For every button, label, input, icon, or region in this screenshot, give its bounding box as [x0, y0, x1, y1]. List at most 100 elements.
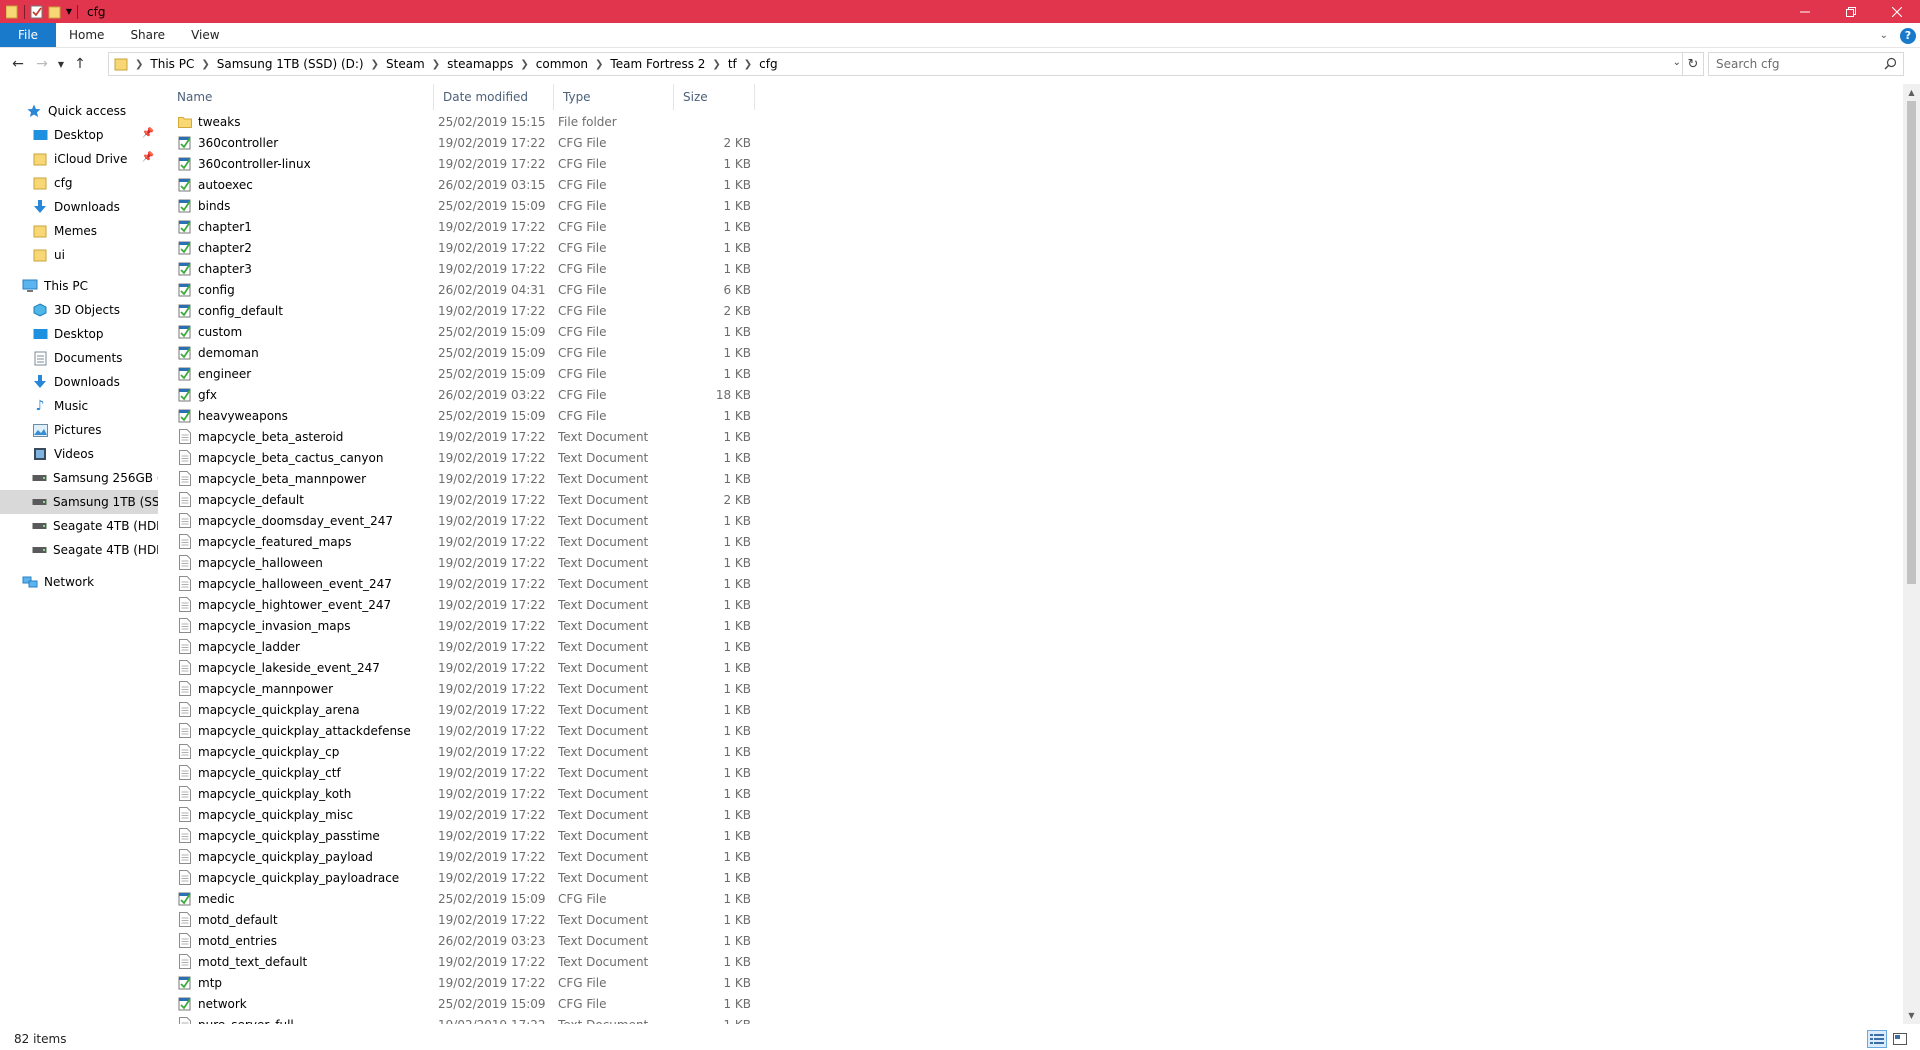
nav-item-desktop[interactable]: Desktop [32, 322, 158, 346]
table-row[interactable]: mapcycle_quickplay_payload 19/02/2019 17:… [168, 846, 1899, 867]
nav-item-memes[interactable]: Memes [32, 219, 158, 243]
table-row[interactable]: motd_text_default 19/02/2019 17:22 Text Do… [168, 951, 1899, 972]
scroll-down-arrow-icon[interactable]: ▼ [1903, 1007, 1920, 1024]
close-button[interactable] [1874, 0, 1920, 23]
breadcrumb-chevron-icon[interactable]: ❯ [595, 59, 603, 70]
table-row[interactable]: mapcycle_ladder 19/02/2019 17:22 Text Docu… [168, 636, 1899, 657]
table-row[interactable]: mapcycle_default 19/02/2019 17:22 Text Doc… [168, 489, 1899, 510]
nav-item-drive-seagate-4tb[interactable]: Seagate 4TB (HDD) [32, 514, 158, 538]
breadcrumb-cfg[interactable]: cfg [759, 57, 777, 71]
table-row[interactable]: motd_entries 26/02/2019 03:23 Text Documen… [168, 930, 1899, 951]
back-icon[interactable]: ← [6, 52, 30, 76]
table-row[interactable]: engineer 25/02/2019 15:09 CFG File 1 KB [168, 363, 1899, 384]
table-row[interactable]: demoman 25/02/2019 15:09 CFG File 1 KB [168, 342, 1899, 363]
address-history-dropdown-icon[interactable]: ⌄ [1673, 57, 1681, 68]
breadcrumb-steam[interactable]: Steam [386, 57, 425, 71]
restore-button[interactable] [1828, 0, 1874, 23]
tab-file[interactable]: File [0, 23, 56, 47]
breadcrumb-chevron-icon[interactable]: ❯ [712, 59, 720, 70]
table-row[interactable]: mapcycle_hightower_event_247 19/02/2019 1… [168, 594, 1899, 615]
search-icon[interactable] [1884, 57, 1897, 73]
table-row[interactable]: mapcycle_quickplay_payloadrace 19/02/2019… [168, 867, 1899, 888]
table-row[interactable]: mapcycle_invasion_maps 19/02/2019 17:22 Te… [168, 615, 1899, 636]
table-row[interactable]: config_default 19/02/2019 17:22 CFG File 2 … [168, 300, 1899, 321]
pin-icon[interactable]: 📌 [142, 128, 154, 139]
table-row[interactable]: mapcycle_featured_maps 19/02/2019 17:22 Te… [168, 531, 1899, 552]
scrollbar-thumb[interactable] [1907, 101, 1916, 584]
table-row[interactable]: config 26/02/2019 04:31 CFG File 6 KB [168, 279, 1899, 300]
table-row[interactable]: mapcycle_quickplay_cp 19/02/2019 17:22 Tex… [168, 741, 1899, 762]
table-row[interactable]: chapter3 19/02/2019 17:22 CFG File 1 KB [168, 258, 1899, 279]
nav-item-drive-seagate-4tb-2[interactable]: Seagate 4TB (HDD) [32, 538, 158, 562]
column-header-type[interactable]: Type [554, 84, 674, 110]
nav-item-icloud-drive[interactable]: iCloud Drive 📌 [32, 147, 158, 171]
refresh-icon[interactable]: ↻ [1682, 52, 1704, 76]
table-row[interactable]: chapter2 19/02/2019 17:22 CFG File 1 KB [168, 237, 1899, 258]
search-box[interactable] [1708, 52, 1904, 76]
table-row[interactable]: mapcycle_quickplay_koth 19/02/2019 17:22 T… [168, 783, 1899, 804]
table-row[interactable]: custom 25/02/2019 15:09 CFG File 1 KB [168, 321, 1899, 342]
table-row[interactable]: gfx 26/02/2019 03:22 CFG File 18 KB [168, 384, 1899, 405]
breadcrumb-chevron-icon[interactable]: ❯ [201, 59, 209, 70]
tab-share[interactable]: Share [117, 23, 178, 47]
nav-network[interactable]: Network [22, 570, 156, 594]
column-header-name[interactable]: Name ⌃ [168, 84, 434, 110]
new-folder-icon[interactable] [46, 0, 64, 23]
tab-home[interactable]: Home [56, 23, 117, 47]
breadcrumb-steamapps[interactable]: steamapps [447, 57, 513, 71]
nav-item-videos[interactable]: Videos [32, 442, 158, 466]
scroll-up-arrow-icon[interactable]: ▲ [1903, 84, 1920, 101]
breadcrumb-chevron-icon[interactable]: ❯ [432, 59, 440, 70]
table-row[interactable]: mapcycle_quickplay_passtime 19/02/2019 17… [168, 825, 1899, 846]
forward-icon[interactable]: → [30, 52, 54, 76]
breadcrumb-this-pc[interactable]: This PC [150, 57, 194, 71]
table-row[interactable]: mapcycle_doomsday_event_247 19/02/2019 17… [168, 510, 1899, 531]
properties-icon[interactable] [28, 0, 46, 23]
customize-qat-dropdown-icon[interactable]: ▼ [64, 0, 74, 23]
table-row[interactable]: binds 25/02/2019 15:09 CFG File 1 KB [168, 195, 1899, 216]
nav-item-3d-objects[interactable]: 3D Objects [32, 298, 158, 322]
nav-item-drive-samsung-256gb[interactable]: Samsung 256GB (M [32, 466, 158, 490]
table-row[interactable]: mapcycle_mannpower 19/02/2019 17:22 Text D… [168, 678, 1899, 699]
vertical-scrollbar[interactable]: ▲ ▼ [1903, 84, 1920, 1024]
table-row[interactable]: chapter1 19/02/2019 17:22 CFG File 1 KB [168, 216, 1899, 237]
table-row[interactable]: mapcycle_lakeside_event_247 19/02/2019 17… [168, 657, 1899, 678]
table-row[interactable]: mapcycle_beta_mannpower 19/02/2019 17:22 T… [168, 468, 1899, 489]
breadcrumb-tf[interactable]: tf [728, 57, 737, 71]
table-row[interactable]: mapcycle_quickplay_arena 19/02/2019 17:22… [168, 699, 1899, 720]
table-row[interactable]: tweaks 25/02/2019 15:15 File folder [168, 111, 1899, 132]
large-icons-view-icon[interactable] [1890, 1030, 1910, 1048]
pin-icon[interactable]: 📌 [142, 152, 154, 163]
breadcrumb-chevron-icon[interactable]: ❯ [371, 59, 379, 70]
nav-quick-access[interactable]: Quick access [26, 99, 156, 123]
expand-ribbon-icon[interactable]: ⌄ [1880, 30, 1888, 41]
breadcrumb-drive[interactable]: Samsung 1TB (SSD) (D:) [217, 57, 364, 71]
table-row[interactable]: 360controller 19/02/2019 17:22 CFG File 2 K… [168, 132, 1899, 153]
table-row[interactable]: autoexec 26/02/2019 03:15 CFG File 1 KB [168, 174, 1899, 195]
nav-item-desktop[interactable]: Desktop 📌 [32, 123, 158, 147]
table-row[interactable]: medic 25/02/2019 15:09 CFG File 1 KB [168, 888, 1899, 909]
search-input[interactable] [1716, 57, 1876, 71]
nav-item-drive-samsung-1tb[interactable]: Samsung 1TB (SSD) [0, 490, 158, 514]
nav-item-cfg[interactable]: cfg [32, 171, 158, 195]
breadcrumb-chevron-icon[interactable]: ❯ [520, 59, 528, 70]
minimize-button[interactable] [1782, 0, 1828, 23]
table-row[interactable]: pure_server_full 19/02/2019 17:22Text Doc… [168, 1014, 1899, 1024]
table-row[interactable]: mapcycle_quickplay_misc 19/02/2019 17:22 T… [168, 804, 1899, 825]
table-row[interactable]: mapcycle_quickplay_ctf 19/02/2019 17:22 Te… [168, 762, 1899, 783]
nav-this-pc[interactable]: This PC [22, 274, 156, 298]
table-row[interactable]: mapcycle_halloween 19/02/2019 17:22 Text D… [168, 552, 1899, 573]
up-icon[interactable]: ↑ [68, 52, 92, 76]
table-row[interactable]: mtp 19/02/2019 17:22 CFG File 1 KB [168, 972, 1899, 993]
nav-item-downloads[interactable]: Downloads [32, 195, 158, 219]
table-row[interactable]: mapcycle_beta_asteroid 19/02/2019 17:22 Te… [168, 426, 1899, 447]
table-row[interactable]: mapcycle_beta_cactus_canyon 19/02/2019 17… [168, 447, 1899, 468]
nav-item-downloads[interactable]: Downloads [32, 370, 158, 394]
table-row[interactable]: heavyweapons 25/02/2019 15:09 CFG File 1 KB [168, 405, 1899, 426]
table-row[interactable]: mapcycle_halloween_event_247 19/02/2019 1… [168, 573, 1899, 594]
details-view-icon[interactable] [1867, 1030, 1887, 1048]
column-header-date-modified[interactable]: Date modified [434, 84, 554, 110]
nav-item-documents[interactable]: Documents [32, 346, 158, 370]
table-row[interactable]: 360controller-linux 19/02/2019 17:22 CFG F… [168, 153, 1899, 174]
help-icon[interactable]: ? [1900, 27, 1916, 44]
